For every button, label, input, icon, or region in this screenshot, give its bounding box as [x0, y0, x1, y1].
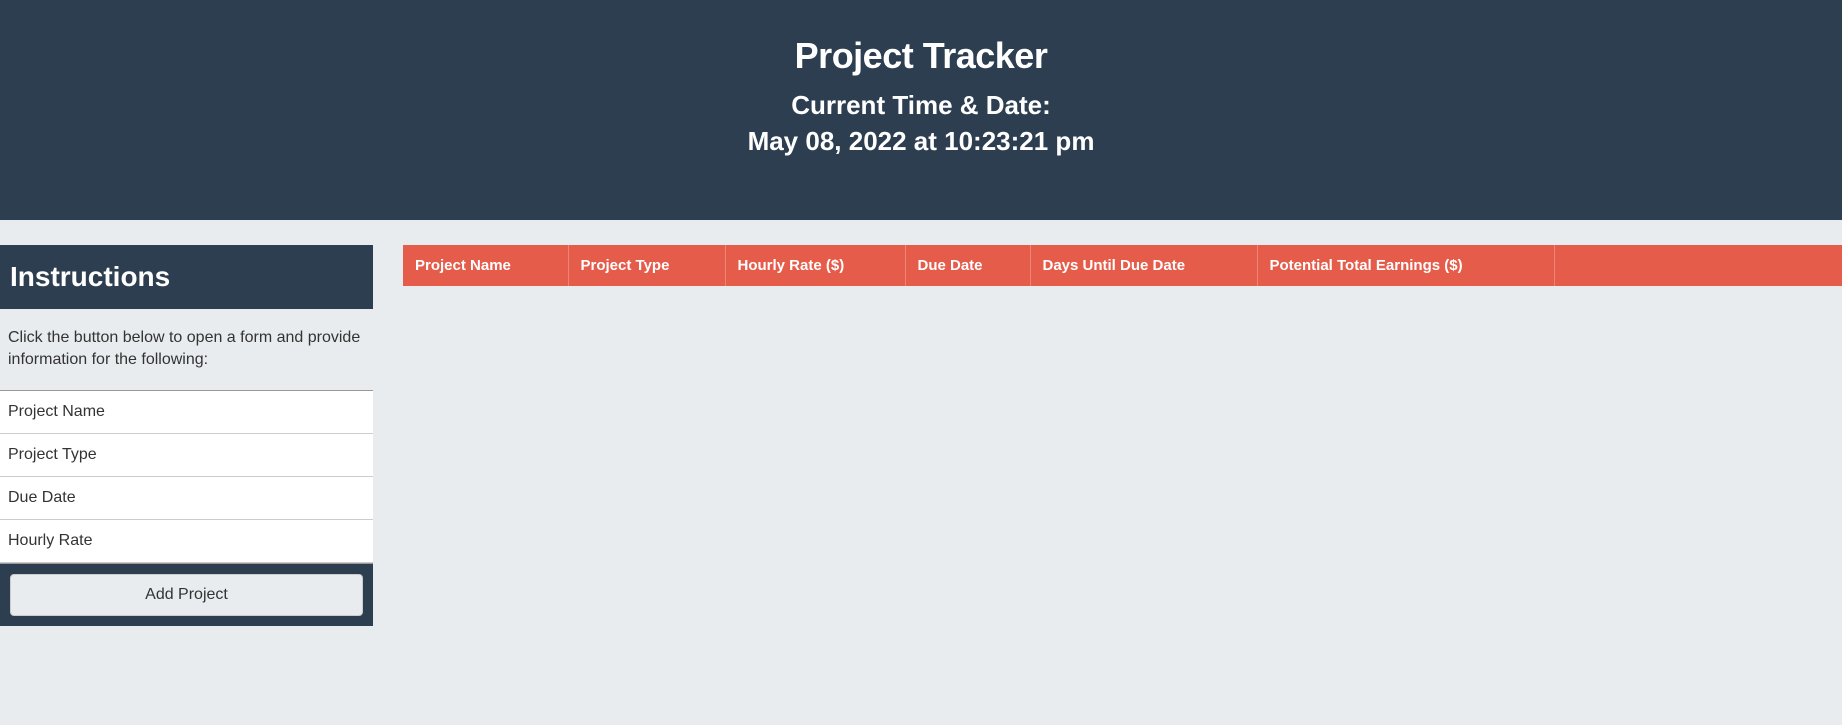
col-due-date: Due Date	[905, 245, 1030, 286]
instructions-text: Click the button below to open a form an…	[0, 309, 373, 391]
sidebar-footer: Add Project	[0, 564, 373, 626]
list-item: Project Name	[0, 391, 373, 434]
list-item: Project Type	[0, 434, 373, 477]
col-project-name: Project Name	[403, 245, 568, 286]
datetime-value: May 08, 2022 at 10:23:21 pm	[748, 126, 1095, 156]
main-layout: Instructions Click the button below to o…	[0, 245, 1842, 626]
projects-table: Project Name Project Type Hourly Rate ($…	[403, 245, 1842, 286]
sidebar-body: Click the button below to open a form an…	[0, 309, 373, 564]
table-header-row: Project Name Project Type Hourly Rate ($…	[403, 245, 1842, 286]
page-title: Project Tracker	[20, 35, 1822, 77]
col-actions	[1554, 245, 1842, 286]
col-potential-earnings: Potential Total Earnings ($)	[1257, 245, 1554, 286]
table-header: Project Name Project Type Hourly Rate ($…	[403, 245, 1842, 286]
table-section: Project Name Project Type Hourly Rate ($…	[403, 245, 1842, 626]
col-hourly-rate: Hourly Rate ($)	[725, 245, 905, 286]
sidebar-header: Instructions	[0, 245, 373, 309]
datetime-display: Current Time & Date: May 08, 2022 at 10:…	[20, 87, 1822, 160]
list-item: Due Date	[0, 477, 373, 520]
add-project-button[interactable]: Add Project	[10, 574, 363, 616]
sidebar-title: Instructions	[10, 261, 363, 293]
col-days-until-due: Days Until Due Date	[1030, 245, 1257, 286]
col-project-type: Project Type	[568, 245, 725, 286]
instructions-sidebar: Instructions Click the button below to o…	[0, 245, 373, 626]
datetime-label: Current Time & Date:	[791, 90, 1051, 120]
list-item: Hourly Rate	[0, 520, 373, 563]
page-header: Project Tracker Current Time & Date: May…	[0, 0, 1842, 220]
